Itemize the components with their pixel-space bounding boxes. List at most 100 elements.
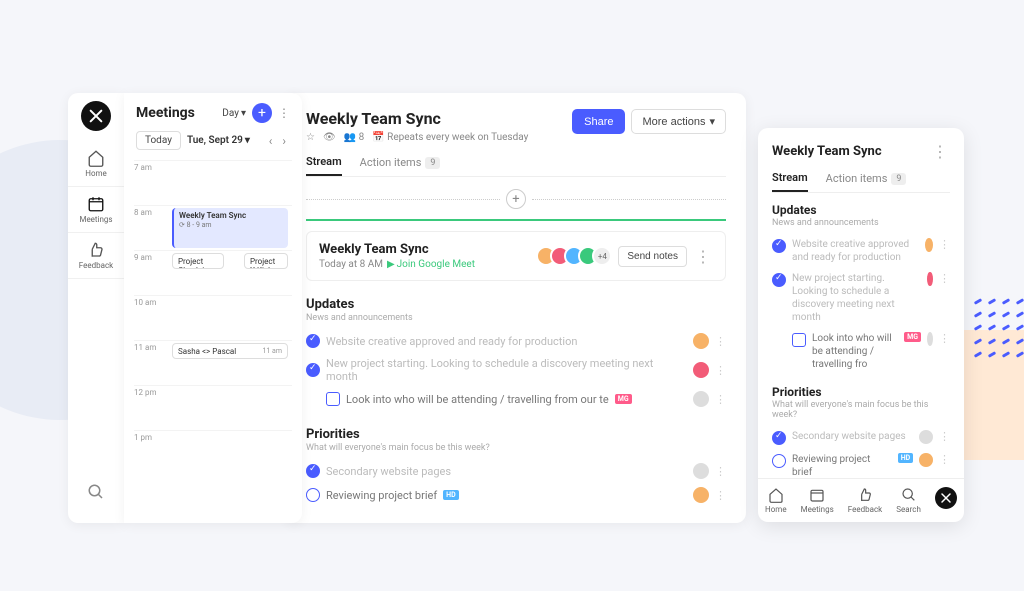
nav-home-label: Home [85,169,107,178]
item-more-icon[interactable]: ⋮ [715,393,726,406]
item-text[interactable]: New project starting. Looking to schedul… [326,357,687,383]
mobile-panel: Weekly Team Sync ⋮ Stream Action items 9… [758,128,964,522]
check-done-icon[interactable] [772,431,786,445]
item-more-icon[interactable]: ⋮ [939,238,950,251]
assignee-avatar[interactable] [693,362,709,378]
mobile-title: Weekly Team Sync [772,144,882,159]
mnav-meetings[interactable]: Meetings [801,487,834,514]
item-text[interactable]: Website creative approved and ready for … [792,238,919,264]
item-more-icon[interactable]: ⋮ [715,465,726,478]
hour-label: 7 am [134,161,162,172]
mnav-logo[interactable] [935,487,957,509]
assignee-avatar[interactable] [919,453,933,467]
item-more-icon[interactable]: ⋮ [939,430,950,443]
event-kickoff[interactable]: Project X Kick... [244,253,288,269]
m-priorities-title: Priorities [772,385,950,399]
tag-mg: MG [904,332,921,342]
m-updates-sub: News and announcements [772,218,950,228]
item-text[interactable]: Reviewing project brief [326,489,437,502]
main-panel: Weekly Team Sync ☆ 👁 👥 8 📅 Repeats every… [286,93,746,523]
assignee-avatar[interactable] [693,463,709,479]
m-priorities-sub: What will everyone's main focus be this … [772,400,950,420]
item-more-icon[interactable]: ⋮ [715,489,726,502]
today-button[interactable]: Today [136,131,181,150]
event-checkin[interactable]: Project Check-in9 am [172,253,224,269]
check-done-icon[interactable] [306,363,320,377]
assignee-avatar[interactable] [693,487,709,503]
assignee-avatar[interactable] [927,332,933,346]
assignee-avatar[interactable] [693,333,709,349]
join-meet-button[interactable]: ▶ Join Google Meet [387,259,475,270]
view-selector[interactable]: Day ▾ [222,108,246,119]
card-more-icon[interactable]: ⋮ [693,247,713,266]
check-done-icon[interactable] [772,239,786,253]
nav-home[interactable]: Home [68,141,124,187]
add-meeting-button[interactable]: + [252,103,272,123]
share-button[interactable]: Share [572,109,625,134]
calendar-icon [87,195,105,213]
item-text[interactable]: Reviewing project brief [792,453,892,478]
item-text[interactable]: New project starting. Looking to schedul… [792,272,921,324]
calendar-panel: Meetings Day ▾ + ⋮ Today Tue, Sept 29 ▾ … [124,93,302,523]
prev-day-button[interactable]: ‹ [265,134,277,148]
nav-feedback[interactable]: Feedback [68,233,124,279]
item-more-icon[interactable]: ⋮ [715,364,726,377]
mobile-more-icon[interactable]: ⋮ [930,142,950,161]
calendar-more-icon[interactable]: ⋮ [278,106,290,120]
page-title: Weekly Team Sync [306,109,528,128]
hour-label: 12 pm [134,386,162,397]
check-done-icon[interactable] [306,334,320,348]
send-notes-button[interactable]: Send notes [618,246,687,267]
item-text[interactable]: Secondary website pages [792,430,906,443]
home-icon [87,149,105,167]
event-weekly-sync[interactable]: Weekly Team Sync ⟳ 8 - 9 am [172,208,288,248]
item-text[interactable]: Look into who will be attending / travel… [346,393,609,406]
mobile-tab-stream[interactable]: Stream [772,171,808,192]
tab-stream[interactable]: Stream [306,155,342,176]
nav-meetings[interactable]: Meetings [68,187,124,233]
eye-icon[interactable]: 👁 [323,132,336,143]
hour-label: 11 am [134,341,162,352]
app-logo[interactable] [81,101,111,131]
section-priorities-title: Priorities [306,427,726,442]
nav-search[interactable] [87,473,105,515]
assignee-avatar[interactable] [693,391,709,407]
mobile-tab-action[interactable]: Action items 9 [826,171,907,192]
item-more-icon[interactable]: ⋮ [715,335,726,348]
check-done-icon[interactable] [772,273,786,287]
star-icon[interactable]: ☆ [306,132,315,143]
more-actions-button[interactable]: More actions ▾ [631,109,726,134]
item-text[interactable]: Website creative approved and ready for … [326,335,577,348]
tab-action-items[interactable]: Action items 9 [360,155,441,176]
mnav-search[interactable]: Search [896,487,921,514]
tag-hd: HD [898,453,914,463]
assignee-avatar[interactable] [919,430,933,444]
item-more-icon[interactable]: ⋮ [939,453,950,466]
search-icon [87,483,105,501]
check-done-icon[interactable] [306,464,320,478]
assignee-avatar[interactable] [927,272,933,286]
item-more-icon[interactable]: ⋮ [939,272,950,285]
now-indicator [306,219,726,221]
checkbox-icon[interactable] [792,333,806,347]
mnav-feedback[interactable]: Feedback [848,487,882,514]
attendee-avatars[interactable]: +4 [542,246,612,266]
event-sasha[interactable]: Sasha <> Pascal11 am [172,343,288,359]
tag-mg: MG [615,394,632,404]
nav-meetings-label: Meetings [79,215,112,224]
check-icon[interactable] [306,488,320,502]
assignee-avatar[interactable] [925,238,933,252]
date-selector[interactable]: Tue, Sept 29 ▾ [187,135,250,146]
checkbox-icon[interactable] [326,392,340,406]
home-icon [768,487,784,503]
mnav-home[interactable]: Home [765,487,787,514]
add-item-button[interactable]: + [506,189,526,209]
avatar-more: +4 [592,246,612,266]
check-icon[interactable] [772,454,786,468]
hour-label: 10 am [134,296,162,307]
next-day-button[interactable]: › [278,134,290,148]
hour-label: 1 pm [134,431,162,442]
item-more-icon[interactable]: ⋮ [939,332,950,345]
item-text[interactable]: Secondary website pages [326,465,451,478]
item-text[interactable]: Look into who will be attending / travel… [812,332,898,371]
